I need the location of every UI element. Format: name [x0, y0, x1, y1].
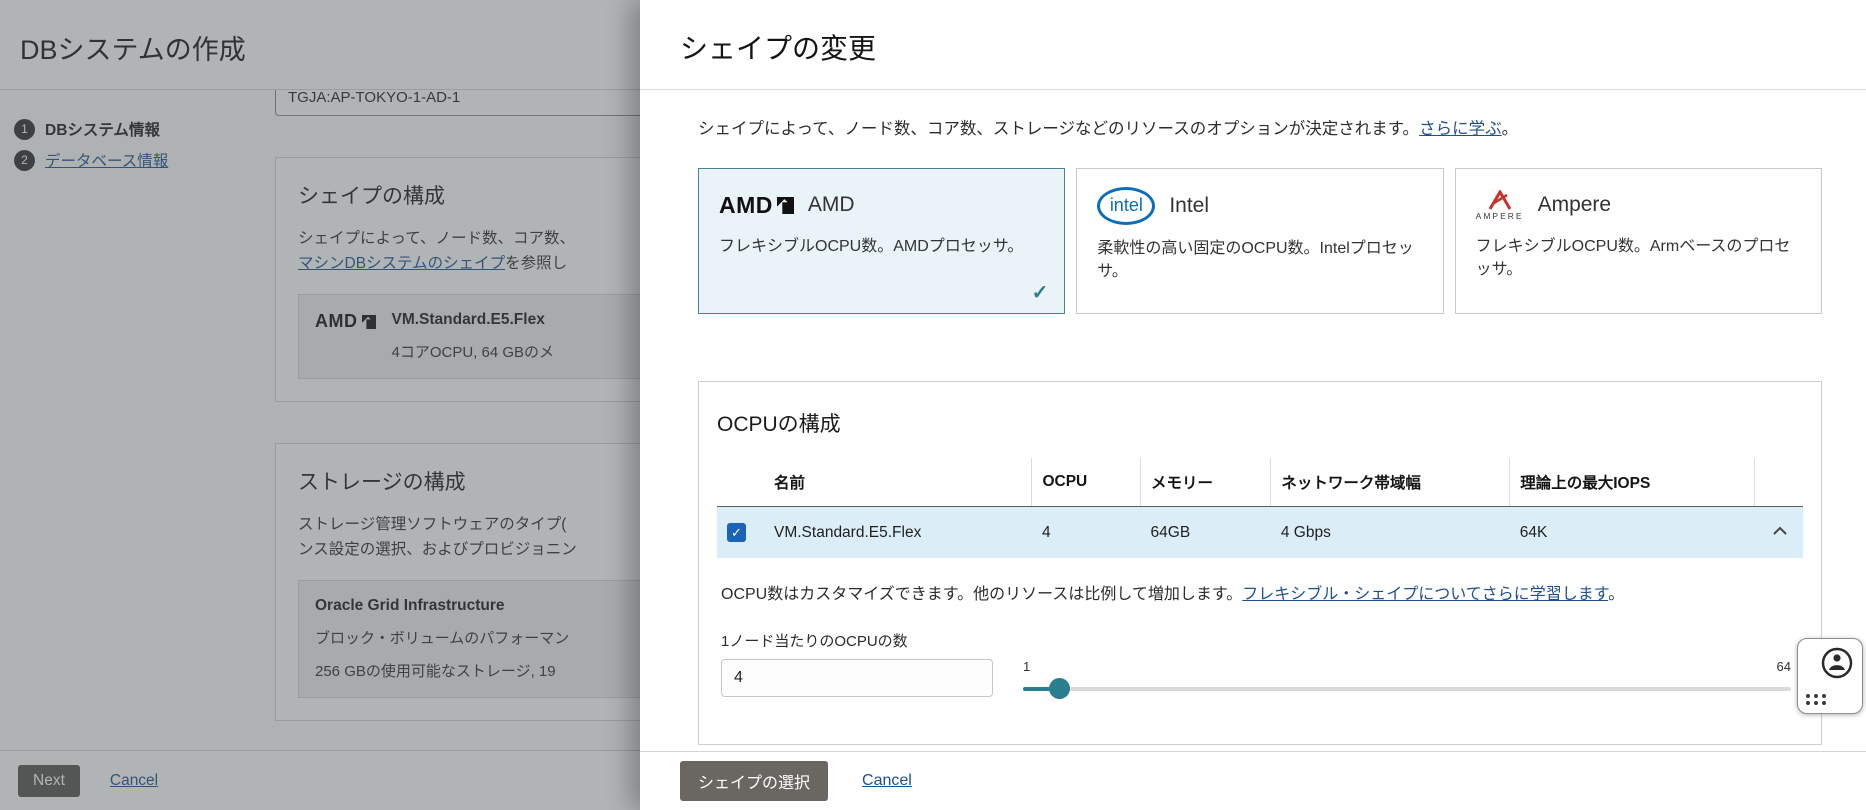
row-ocpu-value: 4 — [1031, 506, 1141, 558]
family-name: Intel — [1169, 194, 1210, 217]
accessibility-person-icon — [1821, 647, 1853, 679]
slider-handle[interactable] — [1049, 678, 1071, 699]
row-checkbox[interactable]: ✓ — [727, 523, 746, 542]
col-header-ocpu: OCPU — [1031, 458, 1142, 507]
ocpu-note: OCPU数はカスタマイズできます。他のリソースは比例して増加します。フレキシブル… — [721, 586, 1625, 603]
col-header-name: 名前 — [717, 458, 1033, 507]
intel-logo-icon: intel — [1097, 187, 1156, 225]
family-card-amd[interactable]: AMD AMD フレキシブルOCPU数。AMDプロセッサ。 ✓ — [698, 168, 1066, 314]
panel-intro: シェイプによって、ノード数、コア数、ストレージなどのリソースのオプションが決定さ… — [698, 120, 1519, 138]
family-desc: 柔軟性の高い固定のOCPU数。Intelプロセッサ。 — [1097, 240, 1414, 280]
flexible-shape-link[interactable]: フレキシブル・シェイプについてさらに学習します — [1242, 586, 1608, 603]
table-row-shape[interactable]: ✓ VM.Standard.E5.Flex 4 64GB 4 Gbps 64K — [717, 506, 1803, 558]
family-name: AMD — [807, 193, 855, 216]
ocpu-count-input[interactable] — [721, 659, 993, 697]
slider-min-label: 1 — [1023, 659, 1031, 674]
screen: DBシステムの作成 1 DBシステム情報 2 データベース情報 TGJA:AP-… — [0, 0, 1866, 810]
panel-body: シェイプによって、ノード数、コア数、ストレージなどのリソースのオプションが決定さ… — [640, 91, 1866, 751]
row-shape-name: VM.Standard.E5.Flex — [774, 523, 922, 541]
family-name: Ampere — [1537, 193, 1612, 216]
accessibility-widget[interactable] — [1797, 638, 1863, 714]
panel-footer: シェイプの選択 Cancel — [640, 751, 1866, 810]
slider-max-label: 64 — [1776, 659, 1791, 674]
panel-cancel-link[interactable]: Cancel — [862, 772, 912, 790]
ocpu-slider: 1 64 — [1023, 659, 1791, 709]
row-expanded-detail: OCPU数はカスタマイズできます。他のリソースは比例して増加します。フレキシブル… — [717, 558, 1803, 709]
row-memory-value: 64GB — [1140, 506, 1271, 558]
row-iops-value: 64K — [1509, 506, 1755, 558]
drag-handle-dots-icon — [1806, 694, 1827, 705]
amd-logo-icon: AMD — [719, 192, 794, 219]
ocpu-config-section: OCPUの構成 名前 OCPU メモリー ネットワーク帯域幅 理論上の最大IOP… — [698, 381, 1822, 745]
shape-table: 名前 OCPU メモリー ネットワーク帯域幅 理論上の最大IOPS ✓ VM.S… — [717, 458, 1803, 558]
family-card-intel[interactable]: intel Intel 柔軟性の高い固定のOCPU数。Intelプロセッサ。 — [1076, 168, 1444, 314]
ocpu-config-title: OCPUの構成 — [717, 413, 841, 436]
family-desc: フレキシブルOCPU数。AMDプロセッサ。 — [719, 238, 1024, 255]
panel-header: シェイプの変更 — [640, 0, 1866, 90]
shape-family-cards: AMD AMD フレキシブルOCPU数。AMDプロセッサ。 ✓ intel In… — [698, 168, 1822, 314]
family-card-ampere[interactable]: AMPERE Ampere フレキシブルOCPU数。Armベースのプロセッサ。 — [1454, 168, 1822, 314]
slider-track[interactable] — [1023, 687, 1791, 691]
chevron-up-icon — [1773, 526, 1787, 535]
ampere-logo-icon: AMPERE — [1476, 189, 1524, 221]
col-header-bandwidth: ネットワーク帯域幅 — [1270, 458, 1511, 507]
col-header-iops: 理論上の最大IOPS — [1509, 458, 1755, 507]
select-shape-button[interactable]: シェイプの選択 — [680, 761, 829, 801]
checkbox-check-icon: ✓ — [731, 524, 742, 540]
row-collapse-toggle[interactable] — [1754, 506, 1803, 558]
col-header-expand — [1754, 458, 1803, 507]
selected-check-icon: ✓ — [1031, 282, 1049, 304]
col-header-memory: メモリー — [1140, 458, 1272, 507]
family-desc: フレキシブルOCPU数。Armベースのプロセッサ。 — [1475, 238, 1791, 278]
amd-arrow-icon — [776, 196, 794, 214]
ocpu-per-node-label: 1ノード当たりのOCPUの数 — [721, 633, 908, 650]
row-bandwidth-value: 4 Gbps — [1270, 506, 1510, 558]
panel-title: シェイプの変更 — [680, 33, 877, 64]
learn-more-link[interactable]: さらに学ぶ — [1419, 120, 1502, 138]
change-shape-panel: シェイプの変更 シェイプによって、ノード数、コア数、ストレージなどのリソースのオ… — [640, 0, 1866, 810]
